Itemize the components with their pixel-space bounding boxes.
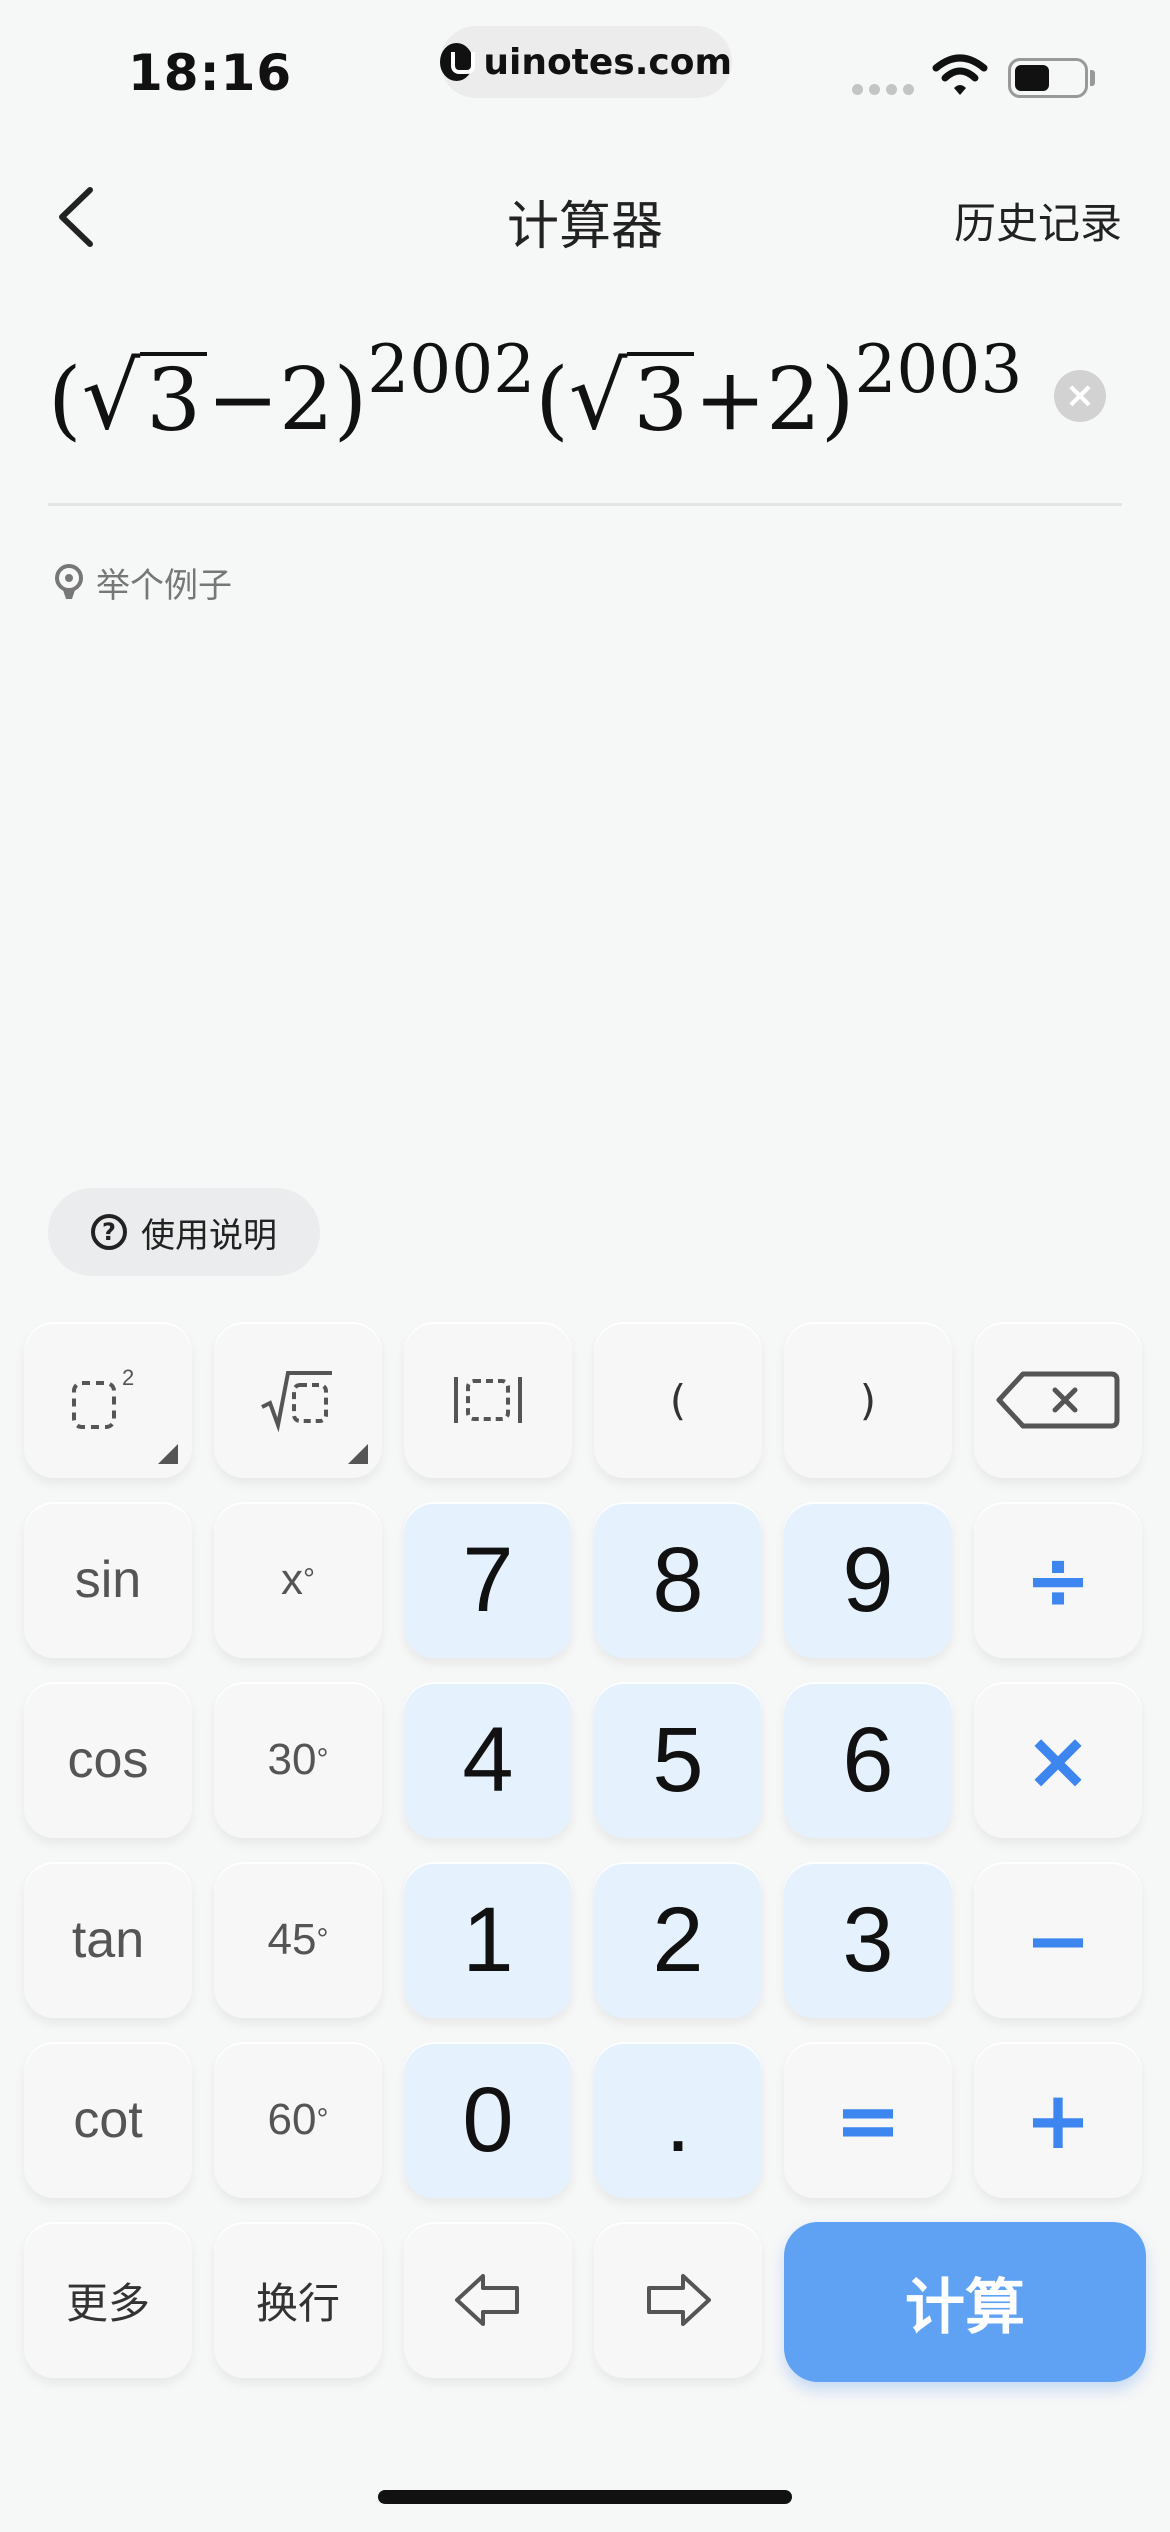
example-link[interactable]: 举个例子: [52, 558, 232, 607]
deg30-label: 30: [267, 1735, 317, 1784]
newline-key[interactable]: 换行: [214, 2222, 382, 2378]
square-power-icon: 2: [72, 1365, 134, 1429]
url-text: uinotes.com: [483, 41, 732, 83]
clear-icon[interactable]: ×: [1054, 370, 1106, 422]
backspace-icon: [996, 1371, 1120, 1429]
deg30-key[interactable]: 30 °: [214, 1682, 382, 1838]
status-time: 18:16: [128, 44, 293, 102]
arrow-left-icon: [455, 2274, 519, 2326]
exponent: 2003: [854, 331, 1023, 408]
deg60-label: 60: [267, 2095, 317, 2144]
url-pill[interactable]: uinotes.com: [440, 26, 732, 98]
key-5[interactable]: 5: [594, 1682, 762, 1838]
absolute-value-icon: [454, 1377, 522, 1423]
sin-key[interactable]: sin: [24, 1502, 192, 1658]
sqrt-term: √ 3: [82, 343, 207, 450]
power-key[interactable]: 2: [24, 1322, 192, 1478]
arrow-right-icon: [647, 2274, 711, 2326]
multiply-key[interactable]: ×: [974, 1682, 1142, 1838]
sqrt-icon: [261, 1371, 332, 1433]
help-button[interactable]: ? 使用说明: [48, 1188, 320, 1276]
svg-text:2: 2: [122, 1365, 134, 1390]
paren-open-key[interactable]: (: [594, 1322, 762, 1478]
equals-key[interactable]: =: [784, 2042, 952, 2198]
expression-text: ( √ 3 −2) 2002 ( √ 3 +2) 2003: [48, 330, 1022, 450]
nav-bar: 计算器 历史记录: [0, 160, 1170, 270]
term-rest: +2): [694, 350, 855, 450]
degree-key[interactable]: x °: [214, 1502, 382, 1658]
key-6[interactable]: 6: [784, 1682, 952, 1838]
site-logo-icon: [440, 43, 476, 81]
abs-key[interactable]: [404, 1322, 572, 1478]
calculate-button[interactable]: 计算: [784, 2222, 1146, 2382]
help-label: 使用说明: [141, 1215, 277, 1256]
example-label: 举个例子: [96, 566, 232, 606]
key-7[interactable]: 7: [404, 1502, 572, 1658]
question-icon: ?: [91, 1214, 127, 1250]
cursor-left-key[interactable]: [404, 2222, 572, 2378]
lightbulb-icon: [55, 563, 83, 599]
divide-key[interactable]: ÷: [974, 1502, 1142, 1658]
signal-icon: [852, 84, 914, 95]
key-9[interactable]: 9: [784, 1502, 952, 1658]
key-3[interactable]: 3: [784, 1862, 952, 2018]
minus-key[interactable]: −: [974, 1862, 1142, 2018]
history-button[interactable]: 历史记录: [954, 190, 1122, 251]
exponent: 2002: [367, 331, 536, 408]
degree-x-label: x: [281, 1555, 303, 1604]
plus-key[interactable]: +: [974, 2042, 1142, 2198]
paren-close-key[interactable]: ): [784, 1322, 952, 1478]
cot-key[interactable]: cot: [24, 2042, 192, 2198]
key-2[interactable]: 2: [594, 1862, 762, 2018]
wifi-icon: [932, 54, 988, 95]
key-4[interactable]: 4: [404, 1682, 572, 1838]
key-8[interactable]: 8: [594, 1502, 762, 1658]
key-1[interactable]: 1: [404, 1862, 572, 2018]
backspace-key[interactable]: [974, 1322, 1142, 1478]
deg45-key[interactable]: 45 °: [214, 1862, 382, 2018]
divider: [48, 503, 1122, 506]
cos-key[interactable]: cos: [24, 1682, 192, 1838]
deg60-key[interactable]: 60 °: [214, 2042, 382, 2198]
paren-open: (: [535, 350, 569, 450]
sqrt-key[interactable]: [214, 1322, 382, 1478]
sqrt-term: √ 3: [569, 343, 695, 450]
home-indicator: [378, 2490, 792, 2504]
more-key[interactable]: 更多: [24, 2222, 192, 2378]
battery-icon: [1008, 58, 1088, 98]
status-bar: 18:16 uinotes.com: [0, 0, 1170, 140]
expression-input[interactable]: ( √ 3 −2) 2002 ( √ 3 +2) 2003: [48, 330, 1022, 470]
deg45-label: 45: [267, 1915, 317, 1964]
decimal-key[interactable]: .: [594, 2042, 762, 2198]
tan-key[interactable]: tan: [24, 1862, 192, 2018]
cursor-right-key[interactable]: [594, 2222, 762, 2378]
term-rest: −2): [206, 350, 368, 450]
sqrt-arg: 3: [140, 352, 207, 446]
key-0[interactable]: 0: [404, 2042, 572, 2198]
sqrt-arg: 3: [627, 352, 695, 446]
paren-open: (: [48, 350, 82, 450]
